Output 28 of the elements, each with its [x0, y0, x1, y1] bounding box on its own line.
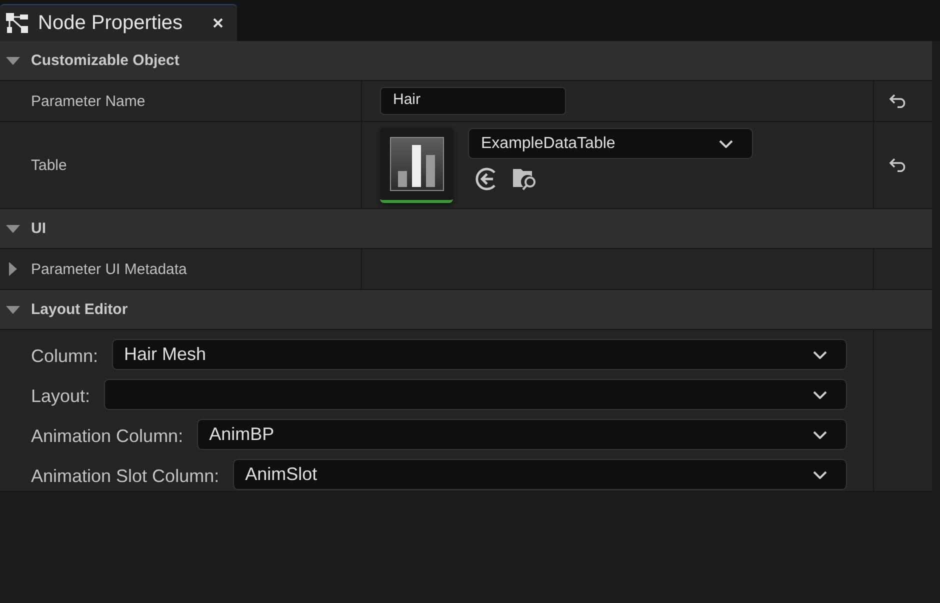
property-label: Parameter UI Metadata — [31, 260, 187, 278]
panel-tab[interactable]: Node Properties — [0, 4, 237, 41]
field-label: Layout: — [31, 385, 90, 407]
expand-triangle-icon[interactable] — [9, 262, 17, 276]
chevron-down-icon — [719, 140, 733, 148]
property-label: Table — [31, 156, 67, 174]
section-header[interactable]: Customizable Object — [0, 41, 932, 81]
folder-search-icon[interactable] — [513, 167, 538, 191]
section-header[interactable]: UI — [0, 209, 932, 249]
dropdown[interactable]: Hair Mesh — [112, 339, 847, 370]
section-header[interactable]: Layout Editor — [0, 290, 932, 330]
chevron-down-icon — [813, 470, 827, 478]
property-label: Parameter Name — [31, 92, 146, 110]
close-icon[interactable] — [212, 18, 223, 28]
chevron-down-icon — [813, 390, 827, 398]
text-field[interactable]: Hair — [380, 87, 566, 115]
field-label: Column: — [31, 345, 98, 367]
chevron-down-icon — [813, 430, 827, 438]
field-label: Animation Slot Column: — [31, 465, 220, 487]
chevron-down-icon — [813, 350, 827, 358]
asset-dropdown[interactable]: ExampleDataTable — [468, 128, 753, 159]
bar-chart-icon — [390, 136, 444, 190]
undo-icon[interactable] — [889, 94, 907, 108]
dropdown[interactable]: AnimSlot — [233, 459, 847, 490]
undo-icon[interactable] — [889, 158, 907, 172]
dropdown[interactable]: AnimBP — [197, 419, 847, 450]
node-graph-icon — [6, 13, 28, 33]
field-label: Animation Column: — [31, 425, 184, 447]
